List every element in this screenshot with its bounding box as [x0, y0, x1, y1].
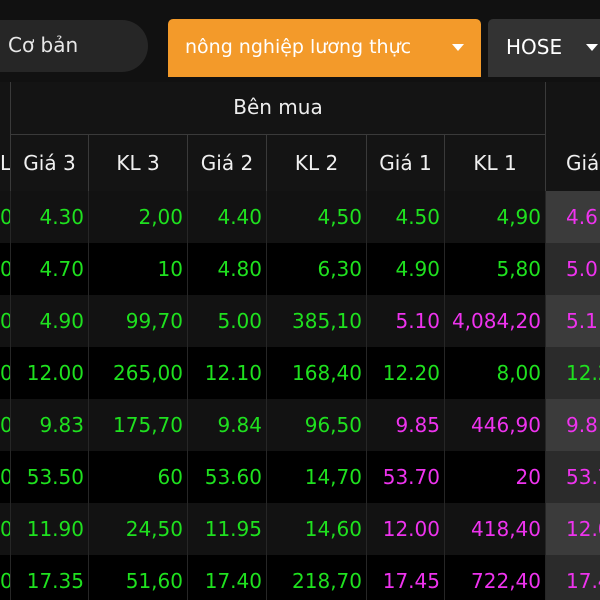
- tab-basic[interactable]: Cơ bản: [0, 20, 148, 72]
- bid-volume-3-cell: 24,50: [89, 503, 188, 555]
- bid-price-3-cell: 4.90: [11, 295, 89, 347]
- bid-volume-1-cell: 4,084,20: [445, 295, 546, 347]
- bid-volume-1-cell: 20: [445, 451, 546, 503]
- bid-volume-1-cell: 722,40: [445, 555, 546, 600]
- table-group-header: Bên mua: [0, 82, 600, 135]
- tab-sector-filter[interactable]: nông nghiệp lương thực: [168, 19, 481, 77]
- row-stub-cell: 0: [0, 399, 11, 451]
- bid-price-1-cell: 53.70: [367, 451, 445, 503]
- bid-price-1-cell: 12.20: [367, 347, 445, 399]
- row-stub-cell: 0: [0, 451, 11, 503]
- reference-price-cell: 9.8: [546, 399, 600, 451]
- bid-volume-3-cell: 265,00: [89, 347, 188, 399]
- bid-volume-2-cell: 96,50: [267, 399, 367, 451]
- price-board-screen: Cơ bản nông nghiệp lương thực HOSE Bên m…: [0, 0, 600, 600]
- table-row[interactable]: 017.3551,6017.40218,7017.45722,4017.4: [0, 555, 600, 600]
- bid-price-3-cell: 4.30: [11, 191, 89, 243]
- row-stub-cell: 0: [0, 503, 11, 555]
- bid-volume-3-cell: 60: [89, 451, 188, 503]
- bid-price-3-cell: 11.90: [11, 503, 89, 555]
- bid-price-1-cell: 5.10: [367, 295, 445, 347]
- table-row[interactable]: 04.9099,705.00385,105.104,084,205.1: [0, 295, 600, 347]
- table-column-header-row: L Giá 3 KL 3 Giá 2 KL 2 Giá 1 KL 1 Giá: [0, 135, 600, 191]
- bid-volume-1-cell: 4,90: [445, 191, 546, 243]
- bid-price-2-cell: 9.84: [188, 399, 267, 451]
- reference-price-cell: 5.1: [546, 295, 600, 347]
- bid-volume-3-cell: 175,70: [89, 399, 188, 451]
- bid-price-2-cell: 5.00: [188, 295, 267, 347]
- column-header-bid-volume-1[interactable]: KL 1: [445, 135, 546, 191]
- bid-price-2-cell: 12.10: [188, 347, 267, 399]
- bid-price-2-cell: 4.40: [188, 191, 267, 243]
- tab-sector-label: nông nghiệp lương thực: [185, 36, 412, 58]
- bid-volume-2-cell: 385,10: [267, 295, 367, 347]
- column-header-bid-price-1[interactable]: Giá 1: [367, 135, 445, 191]
- bid-volume-1-cell: 8,00: [445, 347, 546, 399]
- bid-price-1-cell: 4.90: [367, 243, 445, 295]
- bid-price-3-cell: 9.83: [11, 399, 89, 451]
- table-row[interactable]: 04.302,004.404,504.504,904.6: [0, 191, 600, 243]
- column-header-stub: L: [0, 135, 11, 191]
- row-stub-cell: 0: [0, 191, 11, 243]
- reference-price-cell: 53.7: [546, 451, 600, 503]
- bid-price-1-cell: 4.50: [367, 191, 445, 243]
- table-row[interactable]: 011.9024,5011.9514,6012.00418,4012.0: [0, 503, 600, 555]
- bid-price-2-cell: 4.80: [188, 243, 267, 295]
- bid-volume-3-cell: 99,70: [89, 295, 188, 347]
- bid-volume-2-cell: 6,30: [267, 243, 367, 295]
- chevron-down-icon: [586, 44, 598, 51]
- reference-price-cell: 12.0: [546, 503, 600, 555]
- bid-price-2-cell: 17.40: [188, 555, 267, 600]
- bid-volume-1-cell: 418,40: [445, 503, 546, 555]
- bid-price-1-cell: 12.00: [367, 503, 445, 555]
- bid-price-2-cell: 11.95: [188, 503, 267, 555]
- group-divider: [545, 82, 546, 135]
- bid-volume-3-cell: 51,60: [89, 555, 188, 600]
- reference-price-cell: 5.0: [546, 243, 600, 295]
- bid-price-3-cell: 53.50: [11, 451, 89, 503]
- bid-volume-3-cell: 10: [89, 243, 188, 295]
- order-book-table: Bên mua L Giá 3 KL 3 Giá 2 KL 2 Giá 1 KL…: [0, 82, 600, 600]
- reference-price-cell: 17.4: [546, 555, 600, 600]
- bid-price-3-cell: 12.00: [11, 347, 89, 399]
- bid-price-3-cell: 4.70: [11, 243, 89, 295]
- reference-price-cell: 4.6: [546, 191, 600, 243]
- bid-price-1-cell: 17.45: [367, 555, 445, 600]
- group-header-buy-side: Bên mua: [11, 82, 545, 135]
- bid-price-2-cell: 53.60: [188, 451, 267, 503]
- exchange-select[interactable]: HOSE: [488, 19, 600, 77]
- bid-volume-1-cell: 446,90: [445, 399, 546, 451]
- bid-volume-2-cell: 14,70: [267, 451, 367, 503]
- table-row[interactable]: 09.83175,709.8496,509.85446,909.8: [0, 399, 600, 451]
- row-stub-cell: 0: [0, 295, 11, 347]
- column-header-bid-price-2[interactable]: Giá 2: [188, 135, 267, 191]
- bid-volume-3-cell: 2,00: [89, 191, 188, 243]
- bid-volume-2-cell: 14,60: [267, 503, 367, 555]
- tab-basic-label: Cơ bản: [8, 33, 79, 57]
- bid-volume-2-cell: 168,40: [267, 347, 367, 399]
- bid-volume-2-cell: 218,70: [267, 555, 367, 600]
- bid-volume-2-cell: 4,50: [267, 191, 367, 243]
- exchange-select-label: HOSE: [506, 35, 563, 59]
- row-stub-cell: 0: [0, 347, 11, 399]
- column-header-bid-volume-3[interactable]: KL 3: [89, 135, 188, 191]
- bid-price-1-cell: 9.85: [367, 399, 445, 451]
- chevron-down-icon: [452, 44, 464, 51]
- reference-price-cell: 12.2: [546, 347, 600, 399]
- table-row[interactable]: 053.506053.6014,7053.702053.7: [0, 451, 600, 503]
- group-header-edge: [0, 82, 11, 135]
- bid-price-3-cell: 17.35: [11, 555, 89, 600]
- row-stub-cell: 0: [0, 555, 11, 600]
- top-tab-bar: Cơ bản nông nghiệp lương thực HOSE: [0, 0, 600, 82]
- table-row[interactable]: 04.70104.806,304.905,805.0: [0, 243, 600, 295]
- column-header-bid-volume-2[interactable]: KL 2: [267, 135, 367, 191]
- bid-volume-1-cell: 5,80: [445, 243, 546, 295]
- column-header-bid-price-3[interactable]: Giá 3: [11, 135, 89, 191]
- column-header-reference-price[interactable]: Giá: [546, 135, 600, 191]
- table-row[interactable]: 012.00265,0012.10168,4012.208,0012.2: [0, 347, 600, 399]
- row-stub-cell: 0: [0, 243, 11, 295]
